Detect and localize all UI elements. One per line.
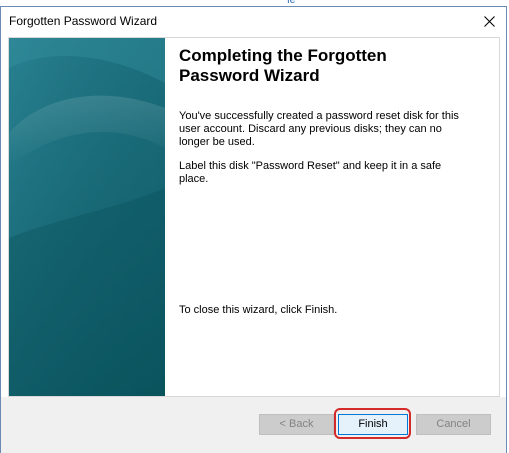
wizard-body: Completing the Forgotten Password Wizard… [8,37,500,397]
title-bar[interactable]: Forgotten Password Wizard [1,7,506,35]
window-title: Forgotten Password Wizard [9,14,158,28]
page-title: Completing the Forgotten Password Wizard [179,46,387,85]
close-instruction: To close this wizard, click Finish. [179,304,338,316]
close-icon [483,15,495,27]
wizard-window: Forgotten Password Wizard Completing the… [0,6,507,453]
button-bar: < Back Finish Cancel [1,397,506,453]
success-message: You've successfully created a password r… [179,110,459,148]
wizard-content: Completing the Forgotten Password Wizard… [179,46,479,316]
cancel-button[interactable]: Cancel [416,414,491,435]
finish-button[interactable]: Finish [338,414,408,435]
label-instruction: Label this disk "Password Reset" and kee… [179,160,442,185]
close-button[interactable] [472,7,506,35]
back-button[interactable]: < Back [259,414,334,435]
wizard-side-graphic [9,38,165,396]
